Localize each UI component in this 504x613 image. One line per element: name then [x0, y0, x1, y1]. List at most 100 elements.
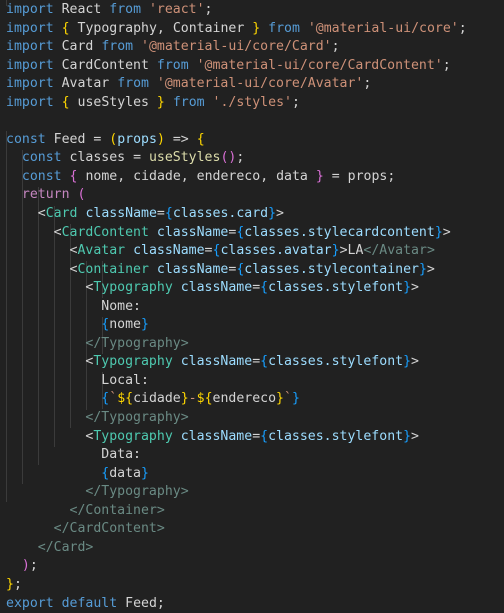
token-attribute-classname: className [181, 429, 252, 444]
token-equals: = [93, 132, 101, 147]
token-semicolon: ; [387, 169, 395, 184]
token-keyword-import: import [6, 76, 54, 91]
token-comma: , [157, 21, 165, 36]
token-comma: , [260, 169, 268, 184]
token-property-stylefont: .stylefont [324, 280, 403, 295]
token-keyword-import: import [6, 21, 54, 36]
token-paren-close: ) [157, 132, 165, 147]
token-keyword-from: from [268, 21, 300, 36]
code-line-23[interactable]: </Typography> [0, 409, 504, 428]
code-line-31[interactable]: ); [0, 557, 504, 576]
code-line-28[interactable]: </Container> [0, 502, 504, 521]
token-keyword-import: import [6, 95, 54, 110]
token-angle-close: > [276, 206, 284, 221]
code-line-5[interactable]: import Avatar from '@material-ui/core/Av… [0, 75, 504, 94]
token-angle-close: > [340, 243, 348, 258]
code-line-21[interactable]: Local: [0, 372, 504, 391]
code-line-33[interactable]: export default Feed; [0, 595, 504, 613]
token-keyword-from: from [101, 39, 133, 54]
token-angle-close: > [181, 410, 189, 425]
token-brace-open: { [165, 206, 173, 221]
token-jsx-tag-typography: Typography [93, 280, 172, 295]
code-line-7-blank[interactable] [0, 112, 504, 131]
code-line-16[interactable]: <Typography className={classes.stylefont… [0, 279, 504, 298]
token-brace-close: } [141, 466, 149, 481]
token-brace-close: } [157, 95, 165, 110]
token-template-expr-close: } [181, 391, 189, 406]
token-identifier-cidade: cidade [133, 391, 181, 406]
code-lines[interactable]: import React from 'react'; import { Typo… [0, 1, 504, 613]
code-line-32[interactable]: }; [0, 576, 504, 595]
token-string-dash: - [189, 391, 197, 406]
token-brace-open: { [260, 354, 268, 369]
code-editor-pane[interactable]: import React from 'react'; import { Typo… [0, 0, 504, 535]
code-line-12[interactable]: <Card className={classes.card}> [0, 205, 504, 224]
token-brace-open: { [260, 280, 268, 295]
token-keyword-const: const [22, 150, 62, 165]
token-equals: = [205, 243, 213, 258]
code-line-15[interactable]: <Container className={classes.styleconta… [0, 261, 504, 280]
token-brace-open: { [260, 429, 268, 444]
token-semicolon: ; [157, 596, 165, 611]
token-string-react: 'react' [149, 2, 205, 17]
token-jsx-tag-typography: Typography [93, 429, 172, 444]
code-line-18[interactable]: {nome} [0, 316, 504, 335]
token-brace-close: } [403, 280, 411, 295]
token-attribute-classname: className [181, 280, 252, 295]
token-identifier-classes: classes [173, 206, 229, 221]
token-jsx-tag-card: Card [46, 206, 78, 221]
token-equals: = [252, 280, 260, 295]
token-brace-close: } [6, 577, 14, 592]
token-semicolon: ; [205, 2, 213, 17]
token-identifier-classes: classes [268, 429, 324, 444]
token-jsx-closing-tag-name: Typography [101, 484, 180, 499]
code-line-3[interactable]: import Card from '@material-ui/core/Card… [0, 38, 504, 57]
code-line-9[interactable]: const classes = useStyles(); [0, 149, 504, 168]
token-equals: = [133, 150, 141, 165]
code-line-17[interactable]: Nome: [0, 298, 504, 317]
token-semicolon: ; [236, 150, 244, 165]
token-keyword-const: const [6, 132, 46, 147]
token-jsx-closing-typography: </ [85, 336, 101, 351]
code-line-6[interactable]: import { useStyles } from './styles'; [0, 94, 504, 113]
token-identifier-cardcontent: CardContent [62, 58, 149, 73]
code-line-19[interactable]: </Typography> [0, 335, 504, 354]
token-string-core-card: '@material-ui/core/Card' [141, 39, 332, 54]
token-jsx-closing-container: </ [70, 503, 86, 518]
token-angle-close: > [411, 354, 419, 369]
token-jsx-closing-tag-name: Avatar [379, 243, 427, 258]
code-line-4[interactable]: import CardContent from '@material-ui/co… [0, 57, 504, 76]
token-keyword-from: from [173, 95, 205, 110]
code-line-29[interactable]: </CardContent> [0, 520, 504, 539]
code-line-26[interactable]: {data} [0, 465, 504, 484]
code-line-2[interactable]: import { Typography, Container } from '@… [0, 20, 504, 39]
code-line-22[interactable]: {`${cidade}-${endereco}`} [0, 390, 504, 409]
token-jsx-tag-avatar: Avatar [77, 243, 125, 258]
code-line-20[interactable]: <Typography className={classes.stylefont… [0, 353, 504, 372]
token-keyword-from: from [157, 58, 189, 73]
token-jsx-closing-avatar: </ [363, 243, 379, 258]
token-angle-close: > [411, 280, 419, 295]
code-line-11[interactable]: return ( [0, 186, 504, 205]
code-line-25[interactable]: Data: [0, 446, 504, 465]
token-paren-pair: () [220, 150, 236, 165]
code-line-13[interactable]: <CardContent className={classes.stylecar… [0, 224, 504, 243]
token-angle-close: > [157, 521, 165, 536]
code-line-24[interactable]: <Typography className={classes.stylefont… [0, 428, 504, 447]
token-identifier-nome: nome [109, 317, 141, 332]
code-line-8[interactable]: const Feed = (props) => { [0, 131, 504, 150]
token-brace-open: { [70, 169, 78, 184]
code-line-14[interactable]: <Avatar className={classes.avatar}>LA</A… [0, 242, 504, 261]
token-jsx-text-data-label: Data: [101, 447, 141, 462]
token-angle-close: > [411, 429, 419, 444]
code-line-27[interactable]: </Typography> [0, 483, 504, 502]
code-line-1[interactable]: import React from 'react'; [0, 1, 504, 20]
code-line-30[interactable]: </Card> [0, 539, 504, 558]
token-semicolon: ; [363, 76, 371, 91]
token-identifier-feed: Feed [125, 596, 157, 611]
token-angle-close: > [181, 336, 189, 351]
token-semicolon: ; [30, 558, 38, 573]
code-line-10[interactable]: const { nome, cidade, endereco, data } =… [0, 168, 504, 187]
token-brace-close: } [268, 206, 276, 221]
token-jsx-closing-typography: </ [85, 410, 101, 425]
